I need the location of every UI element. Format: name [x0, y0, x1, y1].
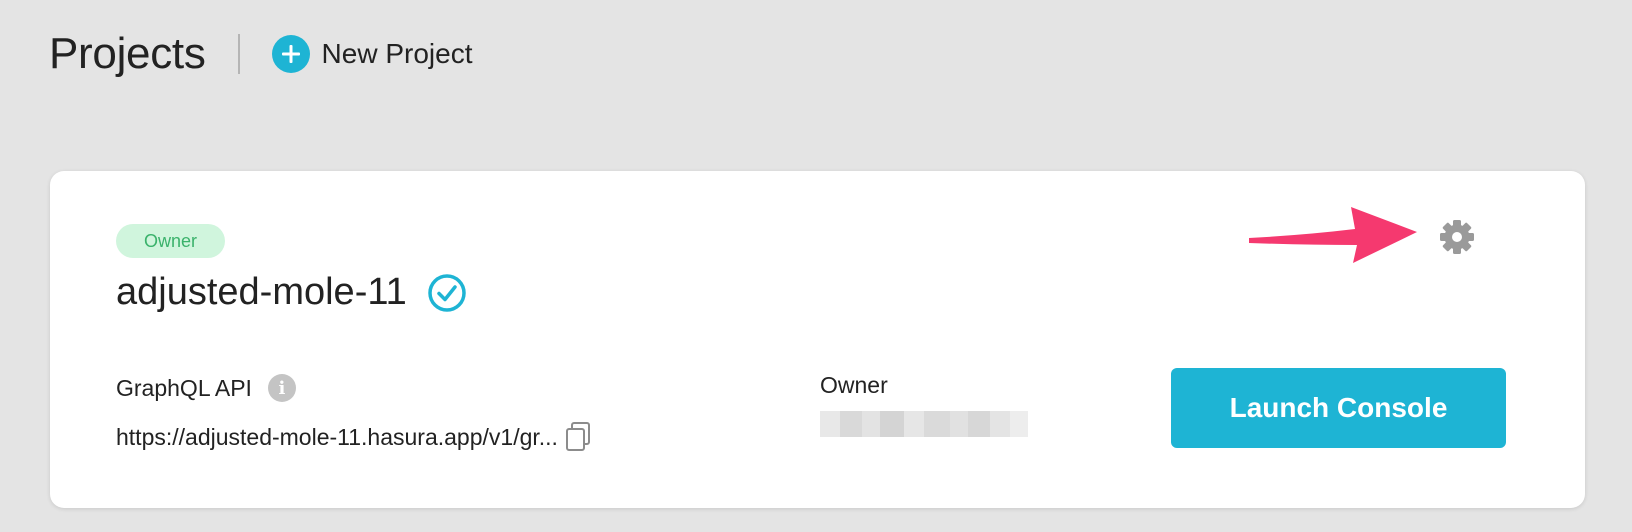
copy-icon[interactable]: [564, 421, 592, 453]
graphql-api-url-row: https://adjusted-mole-11.hasura.app/v1/g…: [116, 421, 592, 453]
role-badge: Owner: [116, 224, 226, 258]
new-project-label[interactable]: New Project: [322, 38, 473, 70]
graphql-api-label: GraphQL API: [116, 374, 252, 401]
new-project-button[interactable]: New Project: [271, 35, 473, 73]
graphql-api-label-row: GraphQL API i: [116, 374, 296, 402]
plus-icon[interactable]: [271, 35, 310, 73]
project-name-row: adjusted-mole-11: [116, 271, 467, 314]
owner-value-redacted: [820, 411, 1030, 437]
header-divider: [237, 34, 240, 74]
graphql-api-url: https://adjusted-mole-11.hasura.app/v1/g…: [116, 423, 558, 450]
gear-icon[interactable]: [1438, 218, 1476, 256]
project-name: adjusted-mole-11: [116, 271, 407, 313]
owner-label: Owner: [820, 372, 888, 398]
page-title: Projects: [49, 29, 206, 78]
launch-console-button[interactable]: Launch Console: [1171, 368, 1506, 448]
page-header: Projects New Project: [49, 26, 472, 82]
annotation-arrow: [1249, 207, 1417, 263]
info-icon[interactable]: i: [267, 374, 296, 402]
verified-check-icon: [428, 273, 466, 312]
